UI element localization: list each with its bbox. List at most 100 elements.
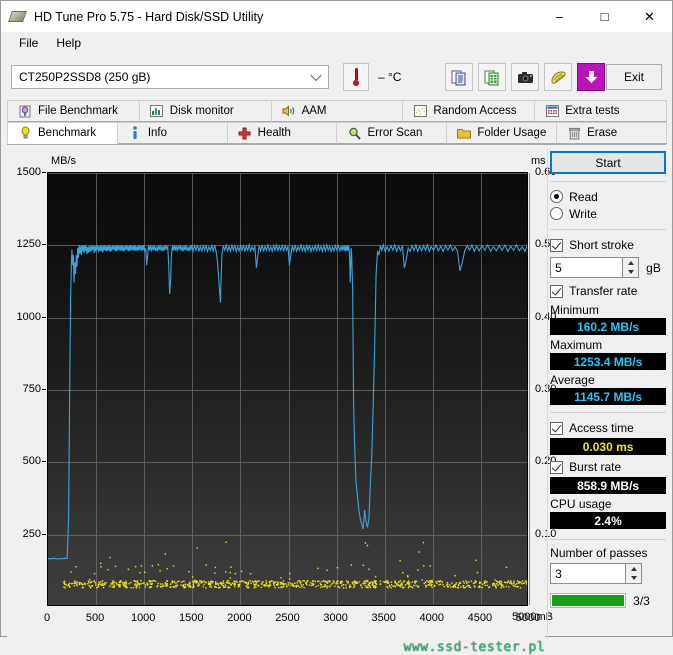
y-tick-label: 1500 bbox=[17, 166, 41, 178]
screenshot-camera-icon[interactable] bbox=[511, 63, 539, 91]
speaker-icon bbox=[282, 104, 296, 118]
minimum-value: 160.2 MB/s bbox=[550, 318, 666, 335]
menu-help[interactable]: Help bbox=[47, 34, 90, 52]
tab-label: Extra tests bbox=[565, 105, 619, 117]
access-time-scatter bbox=[48, 173, 527, 605]
magnifier-icon bbox=[347, 126, 361, 140]
radio-write[interactable]: Write bbox=[550, 205, 666, 222]
burst-rate-value: 858.9 MB/s bbox=[550, 477, 666, 494]
tab-info[interactable]: Info bbox=[117, 122, 228, 144]
copy-icon[interactable] bbox=[445, 63, 473, 91]
benchmark-chart: MB/s ms 250500750100012501500 0.100.200.… bbox=[7, 149, 545, 639]
tab-label: Folder Usage bbox=[477, 127, 546, 139]
short-stroke-label: Short stroke bbox=[569, 238, 634, 252]
tab-label: AAM bbox=[302, 105, 327, 117]
random-access-icon bbox=[413, 104, 427, 118]
content-area: MB/s ms 250500750100012501500 0.100.200.… bbox=[1, 145, 672, 639]
drive-select[interactable]: CT250P2SSD8 (250 gB) bbox=[11, 65, 329, 89]
tab-aam[interactable]: AAM bbox=[271, 100, 404, 122]
x-tick-label: 0 bbox=[44, 612, 50, 624]
tab-random-access[interactable]: Random Access bbox=[402, 100, 535, 122]
short-stroke-input[interactable]: 5 bbox=[550, 257, 623, 278]
start-button[interactable]: Start bbox=[550, 151, 666, 174]
checkbox-short-stroke[interactable]: Short stroke bbox=[550, 236, 666, 254]
disk-monitor-icon bbox=[150, 104, 164, 118]
settings-sponge-icon[interactable] bbox=[544, 63, 572, 91]
x-tick-label: 4500 bbox=[468, 612, 492, 624]
spin-down-icon[interactable] bbox=[626, 574, 641, 584]
temperature-value: – °C bbox=[378, 70, 401, 84]
progress-text: 3/3 bbox=[633, 594, 650, 608]
temperature-group: – °C bbox=[343, 63, 401, 91]
radio-write-icon bbox=[550, 207, 563, 220]
maximize-button[interactable]: □ bbox=[582, 1, 627, 32]
tab-disk-monitor[interactable]: Disk monitor bbox=[139, 100, 272, 122]
passes-spin-buttons[interactable] bbox=[626, 563, 642, 584]
tab-file-benchmark[interactable]: File Benchmark bbox=[7, 100, 140, 122]
tab-label: Disk monitor bbox=[170, 105, 234, 117]
toolbar-icons bbox=[445, 63, 605, 91]
info-icon bbox=[128, 126, 142, 140]
menu-bar: File Help bbox=[1, 32, 672, 54]
checkbox-transfer-rate[interactable]: Transfer rate bbox=[550, 282, 666, 300]
passes-label: Number of passes bbox=[550, 546, 666, 560]
checkbox-burst-rate[interactable]: Burst rate bbox=[550, 458, 666, 476]
access-time-value: 0.030 ms bbox=[550, 438, 666, 455]
window-title: HD Tune Pro 5.75 - Hard Disk/SSD Utility bbox=[34, 10, 263, 24]
window-controls: – □ ✕ bbox=[537, 1, 672, 32]
menu-file[interactable]: File bbox=[10, 34, 47, 52]
short-stroke-spin-buttons[interactable] bbox=[623, 257, 639, 278]
cpu-usage-label: CPU usage bbox=[550, 497, 666, 511]
short-stroke-unit: gB bbox=[646, 261, 661, 275]
y-tick-label: 500 bbox=[23, 455, 41, 467]
exit-button[interactable]: Exit bbox=[606, 64, 662, 90]
progress-row: 3/3 bbox=[550, 593, 666, 608]
lightbulb-icon bbox=[18, 126, 32, 140]
export-excel-icon[interactable] bbox=[478, 63, 506, 91]
hd-tune-window: HD Tune Pro 5.75 - Hard Disk/SSD Utility… bbox=[0, 0, 673, 637]
maximum-value: 1253.4 MB/s bbox=[550, 353, 666, 370]
tab-bars: File Benchmark Disk monitor AAM Random A… bbox=[1, 100, 672, 145]
tab-label: File Benchmark bbox=[38, 105, 118, 117]
passes-stepper[interactable]: 3 bbox=[550, 563, 666, 584]
drive-select-value: CT250P2SSD8 (250 gB) bbox=[19, 70, 150, 84]
tab-error-scan[interactable]: Error Scan bbox=[336, 122, 447, 144]
checkbox-access-time[interactable]: Access time bbox=[550, 419, 666, 437]
thermometer-icon[interactable] bbox=[343, 63, 369, 91]
tab-label: Health bbox=[258, 127, 291, 139]
y-tick-label: 1000 bbox=[17, 311, 41, 323]
x-tick-label: 1500 bbox=[179, 612, 203, 624]
checkbox-icon bbox=[550, 422, 563, 435]
tab-label: Error Scan bbox=[367, 127, 422, 139]
short-stroke-stepper[interactable]: 5 gB bbox=[550, 257, 666, 278]
download-arrow-icon[interactable] bbox=[577, 63, 605, 91]
y-tick-label: 1250 bbox=[17, 238, 41, 250]
close-button[interactable]: ✕ bbox=[627, 1, 672, 32]
spin-up-icon[interactable] bbox=[626, 564, 641, 574]
x-tick-label: 2000 bbox=[227, 612, 251, 624]
spin-down-icon[interactable] bbox=[623, 268, 638, 278]
burst-rate-label: Burst rate bbox=[569, 460, 621, 474]
tab-extra-tests[interactable]: Extra tests bbox=[534, 100, 667, 122]
control-panel: Start Read Write Short stroke 5 bbox=[550, 149, 666, 639]
tab-benchmark[interactable]: Benchmark bbox=[7, 122, 118, 144]
file-benchmark-icon bbox=[18, 104, 32, 118]
cpu-usage-value: 2.4% bbox=[550, 512, 666, 529]
x-tick-label: 1000 bbox=[131, 612, 155, 624]
x-tick-label: 500 bbox=[86, 612, 104, 624]
minimize-button[interactable]: – bbox=[537, 1, 582, 32]
tab-folder-usage[interactable]: Folder Usage bbox=[446, 122, 557, 144]
toolbar: CT250P2SSD8 (250 gB) – °C bbox=[1, 54, 672, 100]
passes-input[interactable]: 3 bbox=[550, 563, 626, 584]
tab-label: Benchmark bbox=[38, 127, 96, 139]
x-axis-labels: 0500100015002000250030003500400045005000 bbox=[47, 612, 528, 628]
minimum-label: Minimum bbox=[550, 303, 666, 317]
tab-erase[interactable]: Erase bbox=[556, 122, 667, 144]
radio-read[interactable]: Read bbox=[550, 188, 666, 205]
radio-write-label: Write bbox=[569, 207, 597, 221]
maximum-label: Maximum bbox=[550, 338, 666, 352]
y-axis-labels: 250500750100012501500 bbox=[7, 172, 41, 606]
y-tick-label: 250 bbox=[23, 528, 41, 540]
spin-up-icon[interactable] bbox=[623, 258, 638, 268]
tab-health[interactable]: Health bbox=[227, 122, 338, 144]
